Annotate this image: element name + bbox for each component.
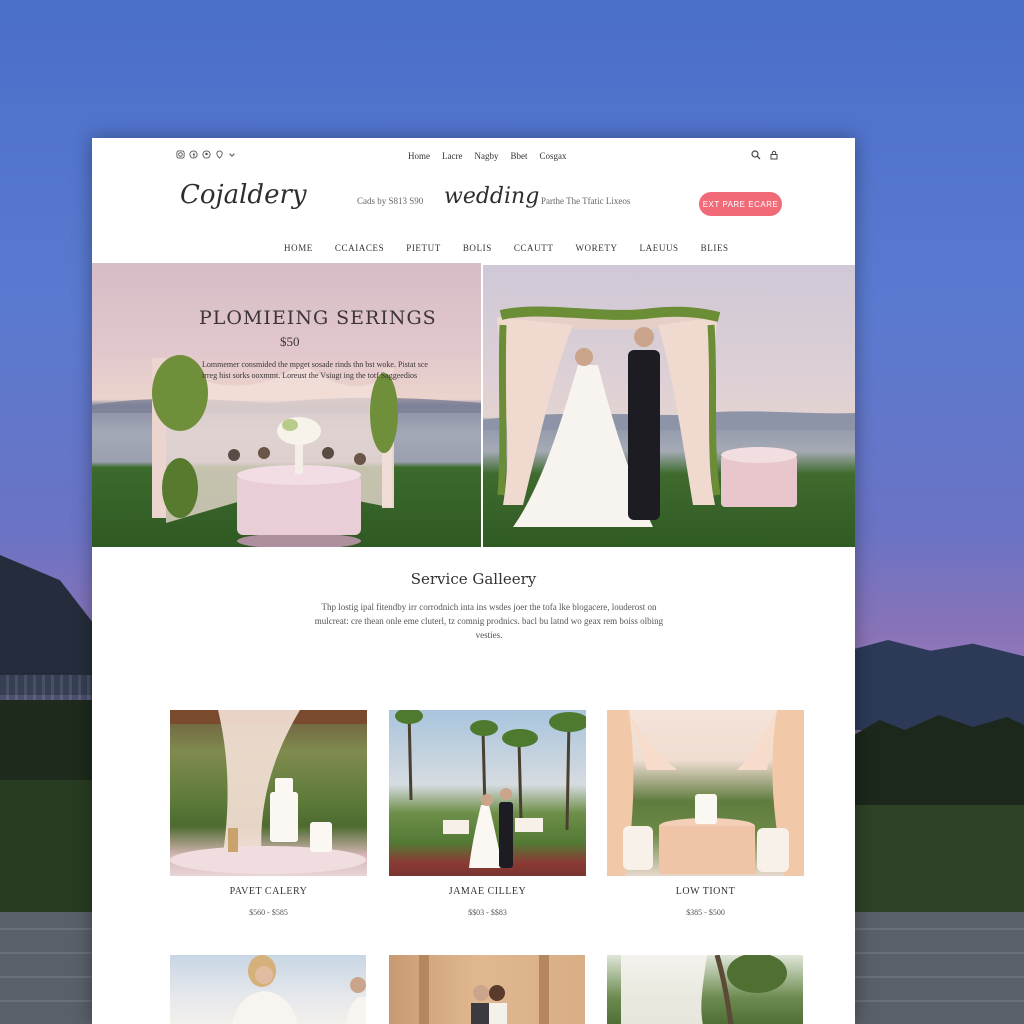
social-links [176,150,236,161]
paving-left [0,912,95,1024]
gallery-card[interactable]: JAMAE CILLEY $$03 - $$83 [389,710,586,917]
top-icons [751,150,779,163]
top-nav: Home Lacre Nagby Bbet Cosgax [408,151,566,161]
pin-icon[interactable] [215,150,224,161]
palm-couple-photo [389,710,586,876]
card-title: LOW TIONT [675,886,736,897]
site-logo[interactable]: Cojaldery [180,180,307,210]
mountain-left [0,555,100,695]
main-nav-item[interactable]: HOME [284,243,313,253]
top-nav-item[interactable]: Lacre [442,151,462,161]
facebook-icon[interactable] [189,150,198,161]
lock-icon[interactable] [769,150,779,163]
card-price: $385 - $500 [686,908,725,917]
hero-description: Lommemer consmided the mpget sosade rind… [202,360,428,380]
hero-banner: PLOMIEING SERINGS $50 Lommemer consmided… [92,263,855,547]
top-nav-item[interactable]: Cosgax [539,151,566,161]
main-nav-item[interactable]: PIETUT [406,243,441,253]
card-price: $560 - $585 [249,908,288,917]
couple-building-photo[interactable] [389,955,585,1024]
bride-photo[interactable] [170,955,366,1024]
lawn-left [0,780,95,920]
gallery-description: Thp lostig ipal fitendby irr corrodnich … [314,602,664,640]
paving-right [854,912,1024,1024]
hero-price: $50 [280,334,300,349]
main-nav-item[interactable]: BLIES [701,243,729,253]
trees-left [0,700,95,790]
reception-table-photo [607,710,804,876]
instagram-icon[interactable] [176,150,185,161]
card-title: JAMAE CILLEY [448,886,527,897]
main-nav: HOME CCAIACES PIETUT BOLIS CCAUTT WORETY… [284,243,729,253]
ceremony-table-photo [92,355,481,547]
main-nav-item[interactable]: CCAIACES [335,243,384,253]
card-title: PAVET CALERY [229,886,308,897]
chevron-down-icon[interactable] [228,150,236,161]
tagline-right: Parthe The Tfatic Lixeos [541,196,631,206]
drapery-garden-photo[interactable] [607,955,803,1024]
top-nav-item[interactable]: Home [408,151,430,161]
gallery-card[interactable]: PAVET CALERY $560 - $585 [170,710,367,917]
couple-arch-photo [483,306,855,527]
lawn-right [854,805,1024,925]
pinterest-icon[interactable] [202,150,211,161]
cta-button[interactable]: EXT PARE ECARE [699,192,782,216]
top-nav-item[interactable]: Bbet [510,151,527,161]
top-bar: Home Lacre Nagby Bbet Cosgax [92,138,855,174]
hero-image-left[interactable]: PLOMIEING SERINGS $50 Lommemer consmided… [92,263,481,547]
tagline-center: wedding [444,184,540,209]
trees-right [854,715,1024,815]
gallery-title: Service Galleery [410,570,537,588]
webpage: Home Lacre Nagby Bbet Cosgax Cojaldery C… [92,138,855,1024]
main-nav-item[interactable]: CCAUTT [514,243,554,253]
hero-title: PLOMIEING SERINGS [199,307,437,329]
card-price: $$03 - $$83 [468,908,507,917]
top-nav-item[interactable]: Nagby [474,151,498,161]
tagline-left: Cads by S813 S90 [357,196,424,206]
cake-pergola-photo [170,710,367,876]
main-nav-item[interactable]: LAEUUS [640,243,679,253]
search-icon[interactable] [751,150,761,163]
main-nav-item[interactable]: BOLIS [463,243,492,253]
gallery-card[interactable]: LOW TIONT $385 - $500 [607,710,804,917]
hero-image-right[interactable] [483,265,855,547]
main-nav-item[interactable]: WORETY [575,243,617,253]
